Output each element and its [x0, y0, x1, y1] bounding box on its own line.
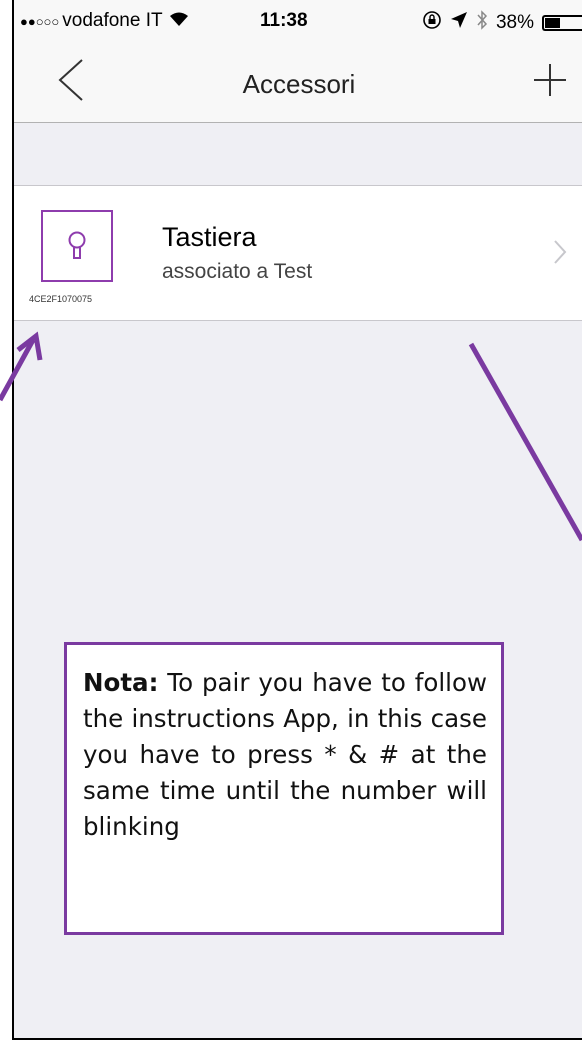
page-title: Accessori	[242, 69, 356, 99]
device-icon-badge	[41, 210, 113, 282]
add-accessory-button[interactable]	[530, 60, 570, 100]
chevron-right-icon	[554, 240, 567, 264]
status-right: 38%	[422, 10, 582, 36]
signal-strength: ●●○○○	[20, 13, 60, 29]
battery-percent: 38%	[495, 12, 534, 33]
note-label: Nota:	[83, 668, 159, 697]
status-left: ●●○○○ vodafone IT	[20, 10, 189, 32]
navigation-bar: Accessori	[14, 40, 582, 123]
battery-icon	[542, 15, 582, 31]
annotation-note: Nota: To pair you have to follow the ins…	[64, 642, 504, 935]
location-icon	[450, 11, 468, 35]
wifi-icon	[169, 11, 189, 32]
plus-icon	[534, 64, 566, 96]
status-time: 11:38	[260, 10, 308, 31]
accessory-row[interactable]: 4CE2F1070075 Tastiera associato a Test	[14, 186, 582, 321]
keyhole-icon	[68, 231, 86, 259]
accessory-association: associato a Test	[162, 260, 313, 283]
carrier-name: vodafone IT	[62, 10, 163, 31]
bluetooth-icon	[476, 10, 488, 36]
device-serial-number: 4CE2F1070075	[29, 294, 93, 304]
lock-rotation-icon	[422, 10, 442, 36]
battery-fill	[545, 18, 561, 28]
status-bar: ●●○○○ vodafone IT 11:38 38%	[14, 0, 582, 40]
accessory-name: Tastiera	[162, 222, 257, 252]
